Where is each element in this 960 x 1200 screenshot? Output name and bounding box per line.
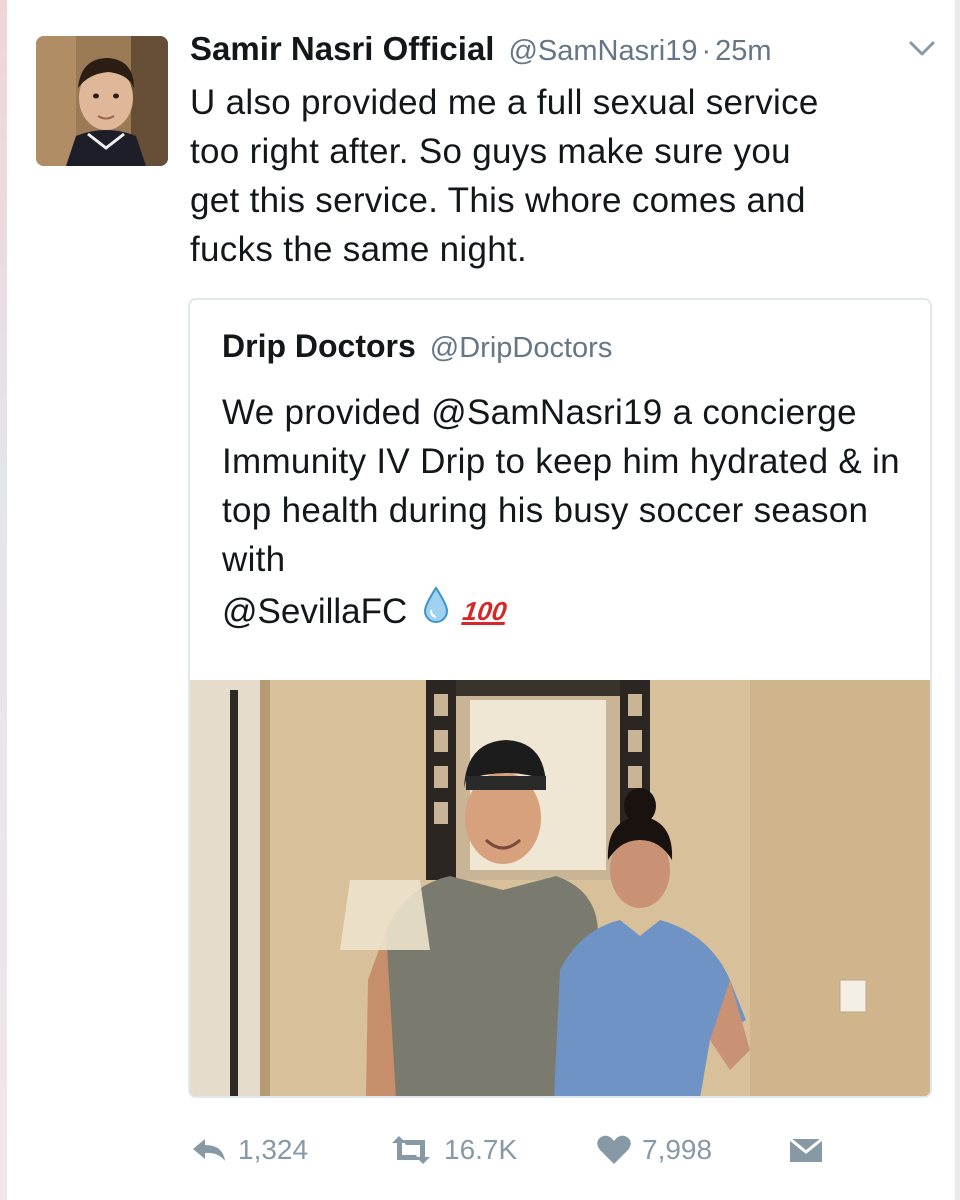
- tweet: Samir Nasri Official @SamNasri19 · 25m U…: [0, 0, 960, 1200]
- separator-dot: ·: [701, 35, 712, 67]
- retweet-count: 16.7K: [444, 1134, 518, 1165]
- reply-action[interactable]: 1,324: [190, 1128, 308, 1172]
- attached-photo[interactable]: [190, 680, 930, 1096]
- reply-icon: [193, 1139, 225, 1161]
- direct-message-action[interactable]: [788, 1128, 834, 1172]
- quoted-display-name[interactable]: Drip Doctors: [222, 328, 416, 365]
- display-name[interactable]: Samir Nasri Official: [190, 30, 494, 68]
- timestamp[interactable]: 25m: [715, 35, 771, 68]
- hundred-points-emoji: 100: [461, 596, 509, 626]
- tweet-header: Samir Nasri Official @SamNasri19 · 25m: [190, 30, 890, 76]
- like-count: 7,998: [642, 1134, 713, 1165]
- tweet-text: U also provided me a full sexual service…: [190, 83, 819, 269]
- reply-count: 1,324: [238, 1134, 309, 1165]
- retweet-action[interactable]: 16.7K: [388, 1128, 517, 1172]
- quoted-tweet-text: We provided @SamNasri19 a concierge Immu…: [222, 393, 900, 579]
- heart-icon: [597, 1135, 631, 1164]
- droplet-emoji: [423, 586, 449, 637]
- avatar[interactable]: [36, 36, 168, 166]
- chevron-down-icon[interactable]: [905, 36, 939, 62]
- quoted-tweet-header: Drip Doctors @DripDoctors: [222, 328, 612, 365]
- user-handle[interactable]: @SamNasri19: [508, 35, 697, 68]
- like-action[interactable]: 7,998: [596, 1128, 712, 1172]
- quoted-tweet-mention-line: @SevillaFC 100: [222, 586, 509, 637]
- quoted-tweet-card[interactable]: Drip Doctors @DripDoctors We provided @S…: [188, 298, 932, 1098]
- envelope-icon: [789, 1137, 823, 1162]
- quoted-user-handle[interactable]: @DripDoctors: [430, 332, 613, 365]
- retweet-icon: [392, 1136, 430, 1164]
- mention-link[interactable]: @SevillaFC: [222, 587, 407, 636]
- tweet-actions: 1,324 16.7K 7,998: [190, 1128, 840, 1172]
